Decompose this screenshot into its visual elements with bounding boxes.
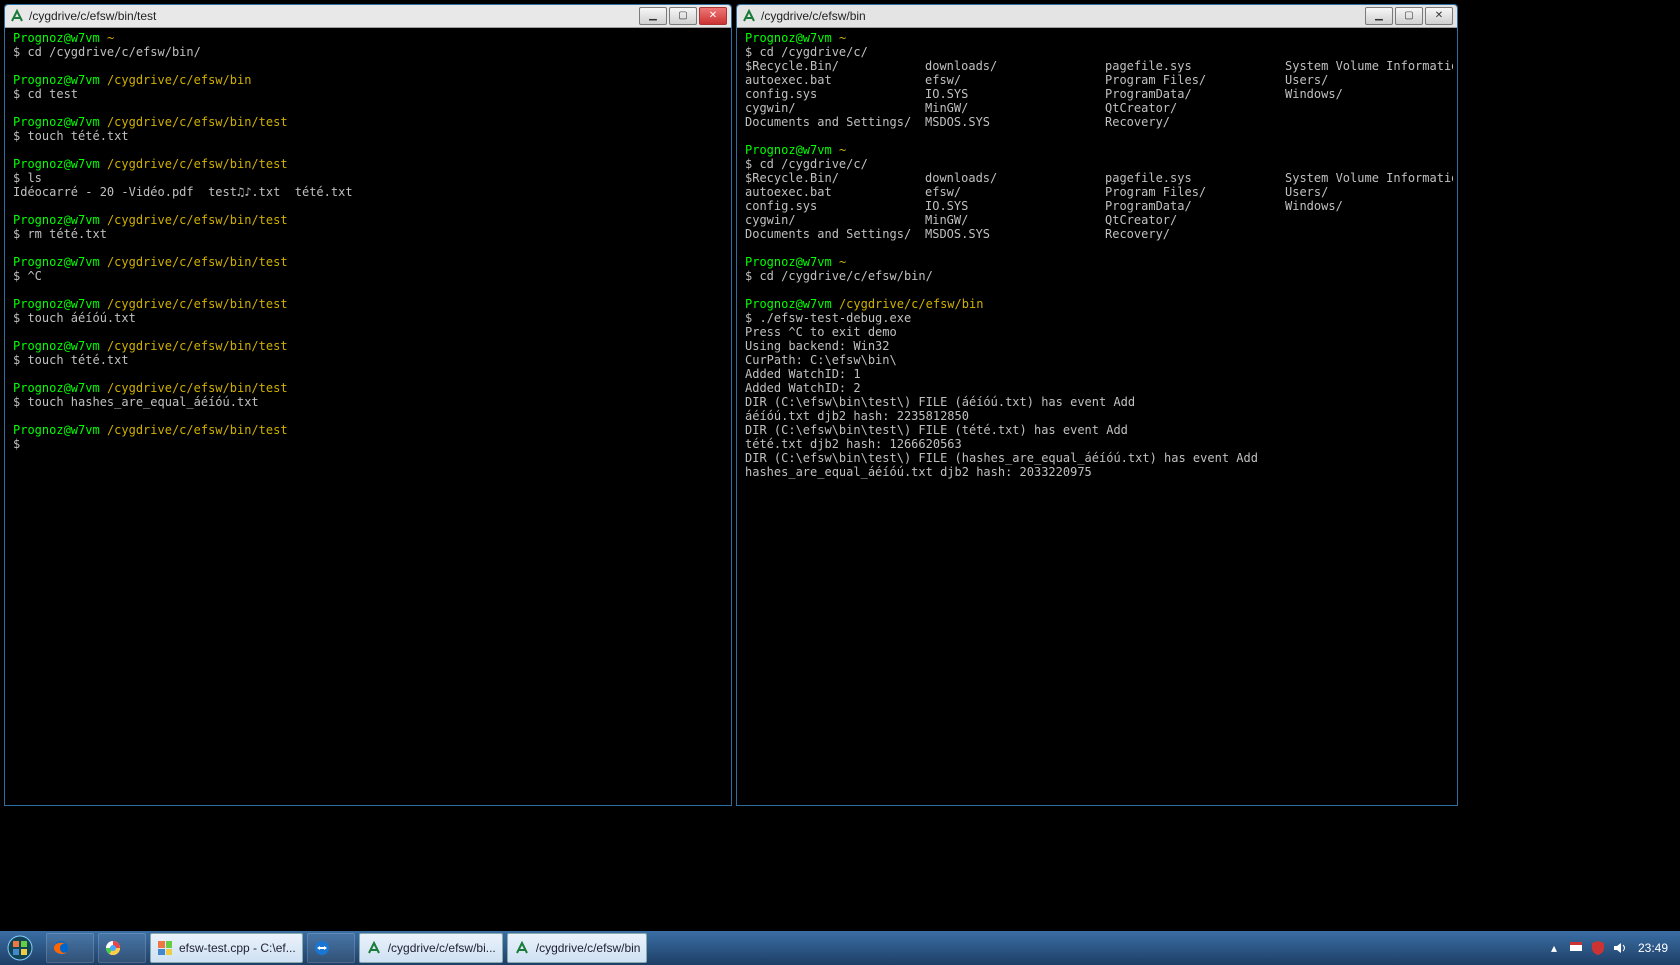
- teamviewer-icon: [314, 940, 330, 956]
- chrome-icon: [105, 940, 121, 956]
- terminal-body[interactable]: Prognoz@w7vm ~ $ cd /cygdrive/c/efsw/bin…: [9, 29, 727, 801]
- close-button[interactable]: ✕: [699, 7, 727, 25]
- start-button[interactable]: [0, 931, 40, 965]
- desktop: /cygdrive/c/efsw/bin/test ▁ ▢ ✕ Prognoz@…: [0, 0, 1680, 965]
- taskbar-button[interactable]: [98, 933, 146, 963]
- taskbar: efsw-test.cpp - C:\ef... /cygdrive/c/efsw…: [0, 931, 1680, 965]
- titlebar[interactable]: /cygdrive/c/efsw/bin/test ▁ ▢ ✕: [5, 5, 731, 28]
- system-tray: ▴ 23:49: [1546, 931, 1680, 965]
- speaker-icon[interactable]: [1612, 940, 1628, 956]
- taskbar-button[interactable]: [46, 933, 94, 963]
- taskbar-button-label: /cygdrive/c/efsw/bi...: [388, 941, 496, 955]
- maximize-button[interactable]: ▢: [669, 7, 697, 25]
- cygwin-icon: [9, 8, 25, 24]
- taskbar-button[interactable]: /cygdrive/c/efsw/bin: [507, 933, 648, 963]
- window-title: /cygdrive/c/efsw/bin/test: [29, 9, 639, 23]
- taskbar-button[interactable]: /cygdrive/c/efsw/bi...: [359, 933, 503, 963]
- taskbar-buttons: efsw-test.cpp - C:\ef... /cygdrive/c/efsw…: [44, 931, 649, 965]
- terminal-body[interactable]: Prognoz@w7vm ~ $ cd /cygdrive/c/ $Recycl…: [741, 29, 1453, 801]
- close-button[interactable]: ✕: [1425, 7, 1453, 25]
- cygwin-icon: [366, 940, 382, 956]
- taskbar-button-label: efsw-test.cpp - C:\ef...: [179, 941, 296, 955]
- flag-icon[interactable]: [1568, 940, 1584, 956]
- titlebar[interactable]: /cygdrive/c/efsw/bin ▁ ▢ ✕: [737, 5, 1457, 28]
- minimize-button[interactable]: ▁: [1365, 7, 1393, 25]
- cygwin-icon: [741, 8, 757, 24]
- taskbar-button-label: /cygdrive/c/efsw/bin: [536, 941, 641, 955]
- minimize-button[interactable]: ▁: [639, 7, 667, 25]
- window-title: /cygdrive/c/efsw/bin: [761, 9, 1365, 23]
- taskbar-button[interactable]: efsw-test.cpp - C:\ef...: [150, 933, 303, 963]
- codeblocks-icon: [157, 940, 173, 956]
- shield-icon[interactable]: [1590, 940, 1606, 956]
- firefox-icon: [53, 940, 69, 956]
- taskbar-button[interactable]: [307, 933, 355, 963]
- maximize-button[interactable]: ▢: [1395, 7, 1423, 25]
- terminal-window-left[interactable]: /cygdrive/c/efsw/bin/test ▁ ▢ ✕ Prognoz@…: [4, 4, 732, 806]
- clock[interactable]: 23:49: [1634, 941, 1672, 955]
- cygwin-icon: [514, 940, 530, 956]
- terminal-window-right[interactable]: /cygdrive/c/efsw/bin ▁ ▢ ✕ Prognoz@w7vm …: [736, 4, 1458, 806]
- tray-chevron-icon[interactable]: ▴: [1546, 940, 1562, 956]
